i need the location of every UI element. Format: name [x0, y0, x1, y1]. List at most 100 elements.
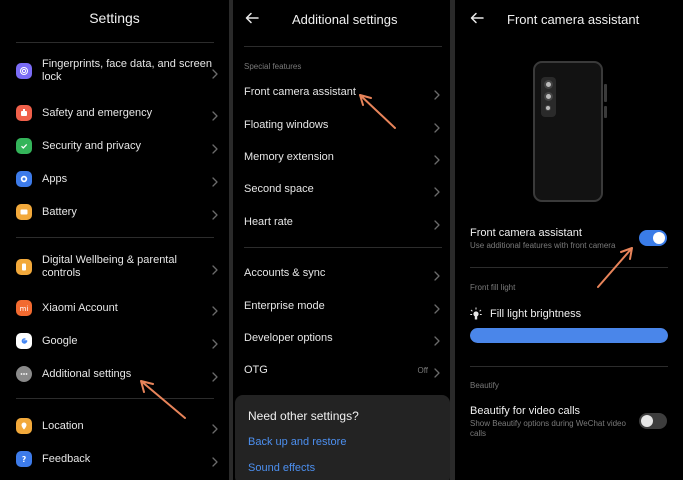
divider: [16, 42, 214, 43]
fill-light-brightness-slider[interactable]: [470, 328, 668, 343]
back-up-restore-link[interactable]: Back up and restore: [248, 436, 346, 448]
settings-item-label: Second space: [244, 183, 314, 195]
page-title: Additional settings: [292, 12, 398, 27]
shield-check-icon: [16, 138, 32, 154]
more-dots-icon: [16, 366, 32, 382]
settings-item-fingerprints[interactable]: Fingerprints, face data, and screen lock: [16, 58, 220, 84]
chevron-right-icon: [212, 66, 220, 79]
settings-item-otg[interactable]: OTG Off: [244, 360, 442, 380]
chevron-right-icon: [434, 120, 442, 133]
settings-item-xiaomi[interactable]: mi Xiaomi Account: [16, 295, 220, 321]
settings-item-floating-windows[interactable]: Floating windows: [244, 115, 442, 135]
settings-item-label: Developer options: [244, 332, 333, 344]
section-label: Front fill light: [470, 283, 516, 292]
page-title: Front camera assistant: [507, 12, 640, 27]
fingerprint-icon: [16, 63, 32, 79]
camera-module-icon: [541, 77, 556, 117]
settings-item-label: Floating windows: [244, 119, 329, 131]
annotation-arrow: [359, 94, 396, 129]
other-settings-card: Need other settings? Back up and restore…: [235, 395, 450, 480]
section-label: Beautify: [470, 381, 499, 390]
settings-item-enterprise-mode[interactable]: Enterprise mode: [244, 296, 442, 316]
settings-item-wellbeing[interactable]: Digital Wellbeing & parental controls: [16, 254, 220, 280]
settings-item-label: Security and privacy: [42, 139, 142, 152]
svg-text:?: ?: [22, 455, 26, 464]
chevron-right-icon: [434, 301, 442, 314]
wellbeing-icon: [16, 259, 32, 275]
fill-light-row: Fill light brightness: [470, 307, 581, 321]
settings-item-heart-rate[interactable]: Heart rate: [244, 212, 442, 232]
emergency-icon: [16, 105, 32, 121]
phone-button: [604, 106, 607, 118]
settings-item-label: Battery: [42, 205, 77, 218]
chevron-right-icon: [212, 336, 220, 349]
settings-item-memory-extension[interactable]: Memory extension: [244, 147, 442, 167]
settings-item-second-space[interactable]: Second space: [244, 179, 442, 199]
feedback-icon: ?: [16, 451, 32, 467]
annotation-arrow: [597, 247, 633, 288]
beautify-subtitle: Show Beautify options during WeChat vide…: [470, 419, 626, 438]
front-camera-panel: Front camera assistant Front camera assi…: [455, 0, 683, 480]
setting-value: Off: [417, 365, 428, 375]
settings-item-developer-options[interactable]: Developer options: [244, 328, 442, 348]
divider: [470, 267, 668, 268]
chevron-right-icon: [212, 141, 220, 154]
settings-panel: Settings Fingerprints, face data, and sc…: [0, 0, 229, 480]
additional-settings-panel: Additional settings Special features Fro…: [233, 0, 450, 480]
settings-item-label: Safety and emergency: [42, 106, 153, 119]
settings-item-label: Digital Wellbeing & parental controls: [42, 254, 177, 279]
card-title: Need other settings?: [248, 409, 359, 423]
divider: [470, 366, 668, 367]
settings-item-label: Memory extension: [244, 151, 334, 163]
settings-item-feedback[interactable]: ? Feedback: [16, 446, 220, 472]
settings-item-label: Feedback: [42, 452, 91, 465]
settings-item-label: Enterprise mode: [244, 300, 325, 312]
settings-item-apps[interactable]: Apps: [16, 166, 220, 192]
divider: [244, 46, 442, 47]
chevron-right-icon: [434, 87, 442, 100]
settings-item-label: Xiaomi Account: [42, 301, 118, 314]
chevron-right-icon: [212, 108, 220, 121]
settings-item-front-camera-assistant[interactable]: Front camera assistant: [244, 82, 442, 102]
chevron-right-icon: [212, 174, 220, 187]
settings-item-label: Apps: [42, 172, 68, 185]
settings-item-battery[interactable]: Battery: [16, 199, 220, 225]
page-title: Settings: [89, 10, 140, 26]
settings-item-accounts-sync[interactable]: Accounts & sync: [244, 263, 442, 283]
settings-item-label: OTG: [244, 364, 268, 376]
xiaomi-icon: mi: [16, 300, 32, 316]
chevron-right-icon: [434, 365, 442, 378]
chevron-right-icon: [434, 217, 442, 230]
sound-effects-link[interactable]: Sound effects: [248, 462, 315, 474]
settings-item-label: Front camera assistant: [244, 86, 356, 98]
chevron-right-icon: [434, 184, 442, 197]
back-arrow-icon[interactable]: [470, 11, 484, 25]
chevron-right-icon: [212, 369, 220, 382]
settings-item-label: Google: [42, 334, 78, 347]
divider: [16, 237, 214, 238]
settings-item-security[interactable]: Security and privacy: [16, 133, 220, 159]
divider: [244, 247, 442, 248]
location-icon: [16, 418, 32, 434]
slider-fill: [470, 328, 668, 343]
front-camera-toggle-title: Front camera assistant: [470, 227, 582, 239]
front-camera-toggle[interactable]: [639, 230, 667, 246]
chevron-right-icon: [212, 454, 220, 467]
apps-icon: [16, 171, 32, 187]
section-label: Special features: [244, 62, 302, 71]
chevron-right-icon: [434, 268, 442, 281]
beautify-title: Beautify for video calls: [470, 405, 581, 417]
settings-item-label: Heart rate: [244, 216, 293, 228]
chevron-right-icon: [212, 207, 220, 220]
fill-light-label: Fill light brightness: [490, 308, 582, 320]
phone-button: [604, 84, 607, 102]
beautify-toggle[interactable]: [639, 413, 667, 429]
back-arrow-icon[interactable]: [245, 11, 259, 25]
chevron-right-icon: [212, 421, 220, 434]
google-icon: [16, 333, 32, 349]
settings-item-safety[interactable]: Safety and emergency: [16, 100, 220, 126]
svg-text:mi: mi: [20, 305, 29, 313]
battery-icon: [16, 204, 32, 220]
settings-item-label: Fingerprints, face data, and screen lock: [42, 58, 212, 83]
settings-item-google[interactable]: Google: [16, 328, 220, 354]
